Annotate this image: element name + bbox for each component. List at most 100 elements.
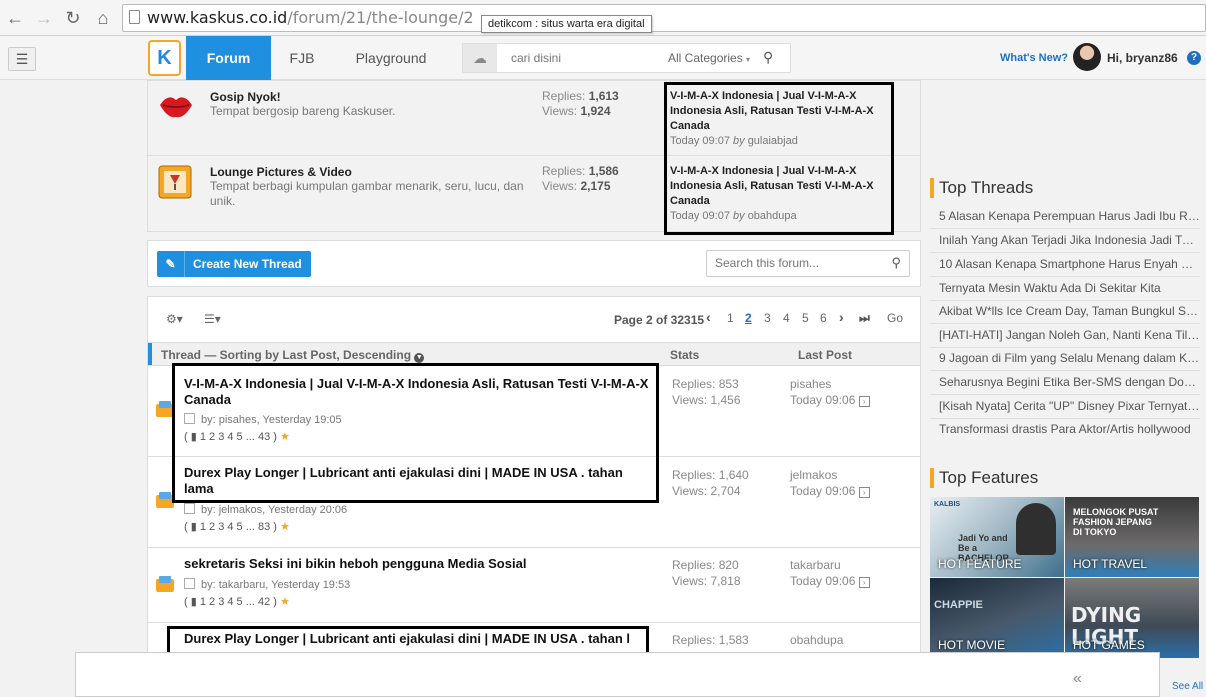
jump-to-post-icon[interactable]: › <box>858 487 870 498</box>
top-thread-item[interactable]: 5 Alasan Kenapa Perempuan Harus Jadi Ibu… <box>930 205 1200 229</box>
thread-last-time: Today 09:06 <box>790 574 856 588</box>
sort-label-text: Thread — Sorting by Last Post, Descendin… <box>161 348 412 362</box>
avatar[interactable] <box>1073 43 1101 71</box>
thread-last-post: takarbaru Today 09:06 › <box>790 557 870 589</box>
home-icon[interactable]: ⌂ <box>92 7 114 29</box>
collapse-icon[interactable]: « <box>1073 670 1082 688</box>
folder-icon <box>156 576 174 592</box>
checkbox[interactable] <box>184 503 195 514</box>
thread-stats: Replies: 1,640 Views: 2,704 <box>672 467 749 499</box>
thread-pages[interactable]: ( ▮ 1 2 3 4 5 ... 83 ) ★ <box>184 520 290 533</box>
thread-last-user[interactable]: obahdupa <box>790 632 843 648</box>
top-thread-item[interactable]: Ternyata Mesin Waktu Ada Di Sekitar Kita <box>930 277 1200 301</box>
feature-tile[interactable]: KALBIS Jadi Yo and Be a BACHELOR HOT FEA… <box>930 497 1064 577</box>
page-link[interactable]: 1 <box>727 311 734 325</box>
address-bar[interactable]: www.kaskus.co.id/forum/21/the-lounge/2 <box>122 4 1206 32</box>
doc-icon: ▮ <box>190 521 197 533</box>
page-link-current[interactable]: 2 <box>745 311 752 325</box>
page-link[interactable]: 6 <box>820 311 827 325</box>
thread-starter-text: by: takarbaru, Yesterday 19:53 <box>201 579 351 591</box>
top-thread-item[interactable]: Inilah Yang Akan Terjadi Jika Indonesia … <box>930 229 1200 253</box>
help-icon[interactable]: ? <box>1187 51 1201 65</box>
search-icon[interactable]: ⚲ <box>763 49 773 66</box>
reload-icon[interactable]: ↻ <box>62 7 84 29</box>
top-thread-item[interactable]: Transformasi drastis Para Aktor/Artis ho… <box>930 418 1200 442</box>
top-thread-item[interactable]: Seharusnya Begini Etika Ber-SMS dengan D… <box>930 371 1200 395</box>
top-thread-item[interactable]: [HATI-HATI] Jangan Noleh Gan, Nanti Kena… <box>930 324 1200 348</box>
subforum-desc: Tempat berbagi kumpulan gambar menarik, … <box>210 179 524 208</box>
bottom-overlay-panel <box>75 652 1160 697</box>
create-thread-button[interactable]: ✎ Create New Thread <box>157 251 311 277</box>
page-icon <box>129 10 140 24</box>
back-icon[interactable]: ← <box>4 7 26 29</box>
hamburger-menu-icon[interactable]: ☰ <box>8 47 36 71</box>
top-thread-item[interactable]: 10 Alasan Kenapa Smartphone Harus Enyah … <box>930 253 1200 277</box>
thread-last-user[interactable]: takarbaru <box>790 558 841 572</box>
thread-title[interactable]: sekretaris Seksi ini bikin heboh penggun… <box>184 556 654 572</box>
views-count: 1,924 <box>580 104 611 118</box>
feature-label: HOT TRAVEL <box>1073 557 1148 571</box>
replies-count: 1,613 <box>588 89 619 103</box>
gear-icon[interactable]: ⚙▾ <box>166 312 183 326</box>
jump-to-post-icon[interactable]: › <box>858 577 870 588</box>
last-post-column-header: Last Post <box>798 348 853 362</box>
site-search: ☁ All Categories ▾ ⚲ <box>462 43 791 73</box>
jump-to-post-icon[interactable]: › <box>858 396 870 407</box>
thread-row[interactable]: sekretaris Seksi ini bikin heboh penggun… <box>148 548 920 623</box>
feature-brand: KALBIS <box>934 501 961 508</box>
sort-label[interactable]: Thread — Sorting by Last Post, Descendin… <box>161 348 425 363</box>
feature-tile[interactable]: DYING LIGHT HOT GAMES <box>1065 578 1199 658</box>
subforum-stats: Replies: 1,586 Views: 2,175 <box>542 164 619 194</box>
thread-last-post: jelmakos Today 09:06 › <box>790 467 870 499</box>
prev-page-icon[interactable]: ‹ <box>706 309 711 325</box>
subforum-name[interactable]: Gosip Nyok! <box>210 90 281 104</box>
thread-pages[interactable]: ( ▮ 1 2 3 4 5 ... 42 ) ★ <box>184 595 290 608</box>
url-host: www.kaskus.co.id <box>147 8 288 27</box>
top-thread-item[interactable]: 9 Jagoan di Film yang Selalu Menang dala… <box>930 347 1200 371</box>
chat-bubble-icon[interactable]: ☁ <box>463 44 497 72</box>
search-icon[interactable]: ⚲ <box>891 255 901 271</box>
views-label: Views: <box>542 104 578 118</box>
subforum-name[interactable]: Lounge Pictures & Video <box>210 165 352 179</box>
feature-tile[interactable]: MELONGOK PUSAT FASHION JEPANG DI TOKYO H… <box>1065 497 1199 577</box>
thread-last-user[interactable]: pisahes <box>790 377 831 391</box>
feature-label: HOT FEATURE <box>938 557 1022 571</box>
thread-views: Views: 1,456 <box>672 393 741 407</box>
chevron-down-icon: ▼ <box>414 353 425 363</box>
thread-stats: Replies: 853 Views: 1,456 <box>672 376 741 408</box>
chevron-down-icon: ▾ <box>746 55 751 64</box>
subforum-desc: Tempat bergosip bareng Kaskuser. <box>210 104 396 118</box>
thread-last-user[interactable]: jelmakos <box>790 468 837 482</box>
subforum-stats: Replies: 1,613 Views: 1,924 <box>542 89 619 119</box>
thread-replies: Replies: 820 <box>672 558 739 572</box>
next-page-icon[interactable]: › <box>839 309 844 325</box>
tab-forum[interactable]: Forum <box>186 36 271 80</box>
search-input[interactable] <box>511 49 651 67</box>
tab-playground[interactable]: Playground <box>341 36 441 80</box>
whats-new-link[interactable]: What's New? <box>1000 52 1068 64</box>
thread-stats: Replies: 820 Views: 7,818 <box>672 557 741 589</box>
feature-tile[interactable]: CHAPPIE HOT MOVIE <box>930 578 1064 658</box>
top-thread-item[interactable]: [Kisah Nyata] Cerita "UP" Disney Pixar T… <box>930 395 1200 419</box>
filter-icon[interactable]: ☰▾ <box>204 312 221 326</box>
see-all-link[interactable]: See All <box>1172 681 1203 692</box>
checkbox[interactable] <box>184 578 195 589</box>
feature-text: MELONGOK PUSAT FASHION JEPANG DI TOKYO <box>1073 507 1159 537</box>
category-select-label: All Categories <box>668 51 743 65</box>
go-button[interactable]: Go <box>887 311 903 325</box>
kaskus-logo[interactable]: K <box>148 40 181 76</box>
category-select[interactable]: All Categories ▾ <box>668 51 750 65</box>
thread-last-time: Today 09:06 <box>790 393 856 407</box>
thread-last-time: Today 09:06 <box>790 484 856 498</box>
tab-fjb[interactable]: FJB <box>276 36 328 80</box>
page-link[interactable]: 4 <box>783 311 790 325</box>
forward-icon[interactable]: → <box>33 7 55 29</box>
user-greeting[interactable]: Hi, bryanz86 <box>1107 51 1178 65</box>
last-page-icon[interactable]: ⏭ <box>859 311 870 326</box>
forum-search-input[interactable] <box>715 256 885 270</box>
page-link[interactable]: 5 <box>802 311 809 325</box>
top-features-heading: Top Features <box>930 468 1038 488</box>
forum-search: ⚲ <box>706 250 910 277</box>
page-link[interactable]: 3 <box>764 311 771 325</box>
top-thread-item[interactable]: Akibat W*lls Ice Cream Day, Taman Bungku… <box>930 300 1200 324</box>
